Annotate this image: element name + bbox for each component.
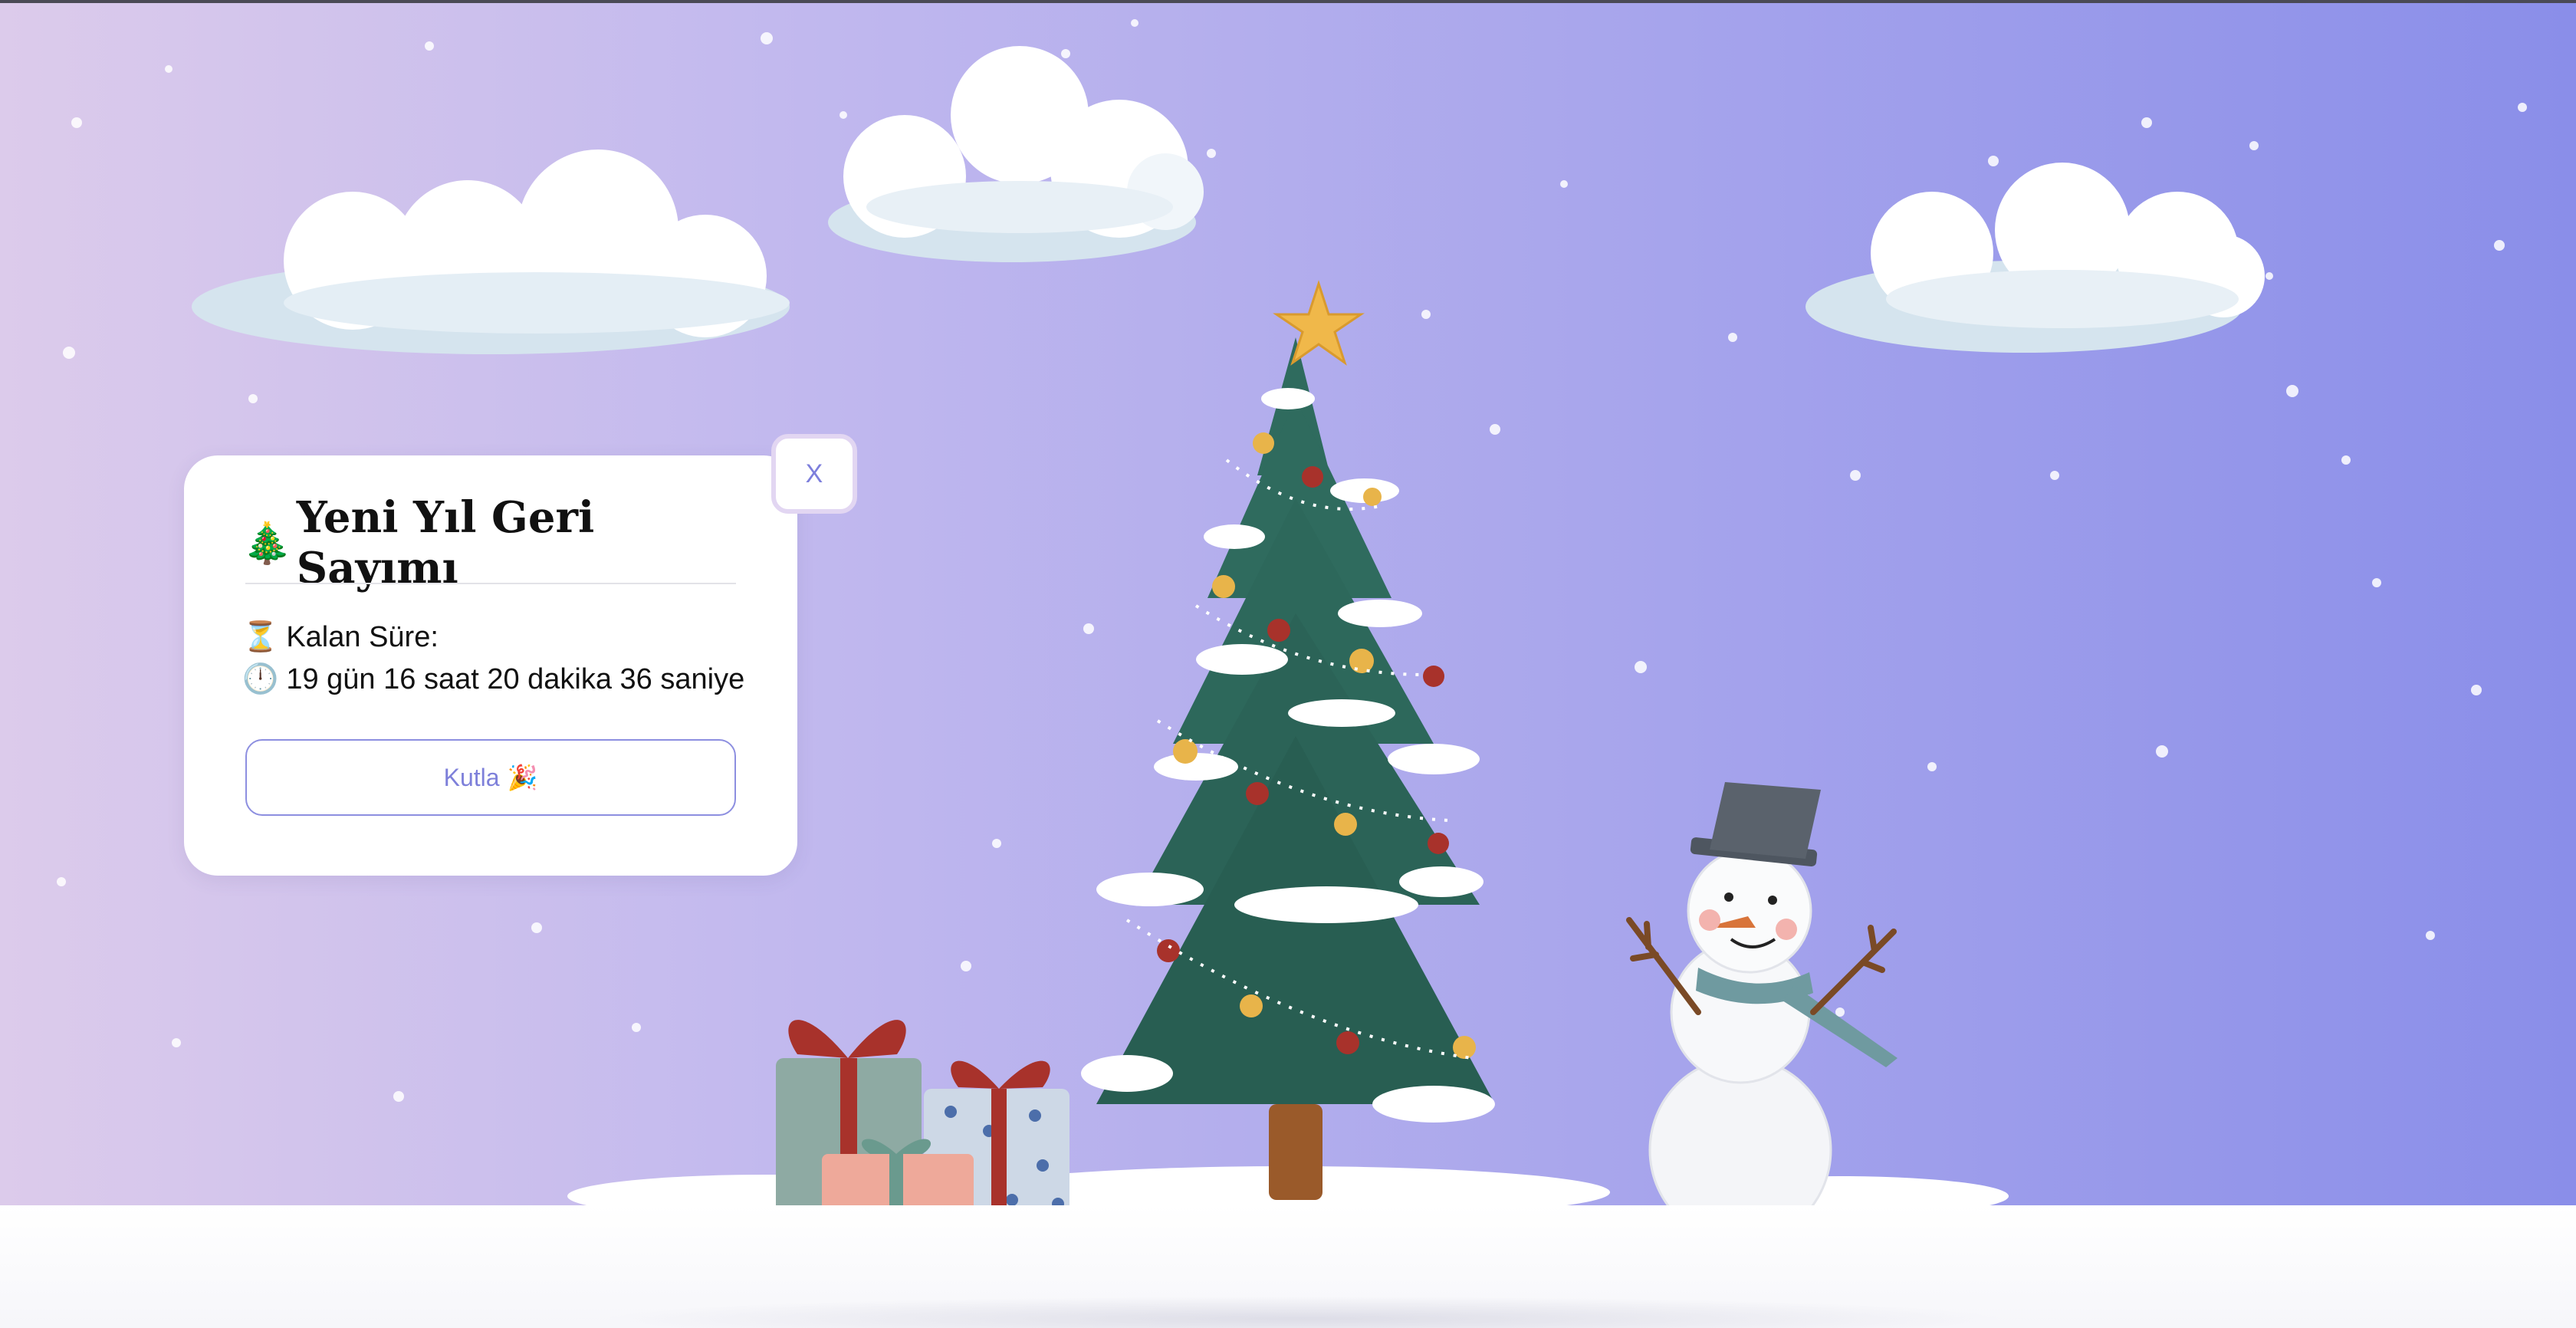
christmas-tree [1081, 280, 1495, 1200]
hourglass-icon: ⏳ [242, 621, 279, 653]
remaining-label-row: ⏳ Kalan Süre: [242, 616, 779, 659]
close-button[interactable]: X [771, 434, 857, 514]
cloud-middle [828, 46, 1204, 262]
countdown-title: Yeni Yıl Geri Sayımı [296, 492, 595, 593]
celebrate-label: Kutla [443, 763, 500, 791]
celebrate-button[interactable]: Kutla 🎉 [245, 739, 736, 816]
page-title: 🎄 Yeni Yıl Geri Sayımı [242, 492, 748, 593]
christmas-tree-icon: 🎄 [242, 519, 292, 567]
remaining-time-row: 🕛 19 gün 16 saat 20 dakika 36 saniye [242, 658, 779, 701]
title-divider [245, 583, 736, 584]
clock-icon: 🕛 [242, 663, 279, 695]
ground-shadow [598, 1296, 2009, 1328]
winter-scene: X 🎄 Yeni Yıl Geri Sayımı ⏳ Kalan Süre: 🕛… [0, 0, 2576, 1328]
cloud-left [192, 150, 790, 354]
snowman [1626, 782, 1898, 1244]
remaining-label: Kalan Süre: [286, 620, 439, 653]
party-popper-icon: 🎉 [507, 764, 538, 791]
remaining-time: 19 gün 16 saat 20 dakika 36 saniye [286, 662, 745, 695]
cloud-right [1806, 163, 2265, 353]
close-icon: X [805, 459, 823, 488]
